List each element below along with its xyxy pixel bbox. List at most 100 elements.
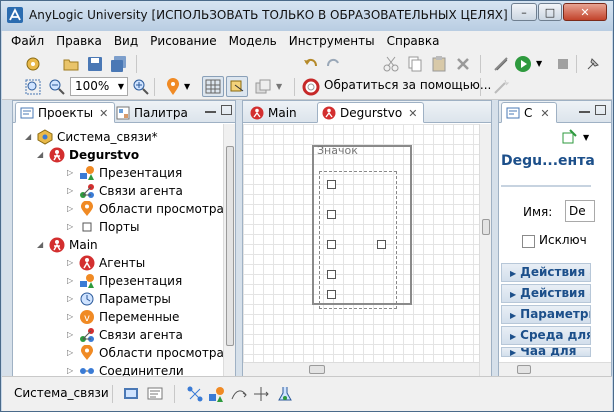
help-button[interactable]: Обратиться за помощью... bbox=[324, 78, 491, 92]
tab-palette[interactable]: Палитра bbox=[111, 102, 195, 123]
lifebuoy-icon[interactable] bbox=[302, 78, 320, 96]
open-folder-icon[interactable] bbox=[62, 55, 80, 73]
expand-icon[interactable]: ▷ bbox=[67, 218, 77, 236]
expand-icon[interactable]: ▷ bbox=[67, 200, 77, 218]
port-marker[interactable] bbox=[327, 270, 336, 279]
expand-icon[interactable]: ▷ bbox=[67, 308, 77, 326]
tab-main[interactable]: Main bbox=[245, 102, 304, 123]
experiment-icon[interactable] bbox=[276, 385, 294, 403]
menu-draw[interactable]: Рисование bbox=[145, 34, 221, 48]
port-marker[interactable] bbox=[327, 210, 336, 219]
minimize-button[interactable]: – bbox=[511, 3, 537, 21]
menu-help[interactable]: Справка bbox=[382, 34, 445, 48]
run-dropdown-icon[interactable]: ▼ bbox=[536, 59, 542, 68]
section-actions-2[interactable]: ▶ Действия а bbox=[501, 284, 591, 303]
delete-icon[interactable] bbox=[454, 55, 472, 73]
menu-tools[interactable]: Инструменты bbox=[284, 34, 380, 48]
scrollbar-thumb[interactable] bbox=[309, 365, 325, 374]
graphical-editor-canvas[interactable]: Значок bbox=[243, 124, 479, 362]
expand-icon[interactable]: ◢ bbox=[25, 128, 35, 146]
redo-icon[interactable] bbox=[324, 55, 342, 73]
properties-icon bbox=[506, 107, 520, 119]
minimize-panel-icon[interactable] bbox=[579, 109, 590, 113]
undo-icon[interactable] bbox=[302, 55, 320, 73]
save-all-icon[interactable] bbox=[110, 55, 128, 73]
expand-icon[interactable]: ▷ bbox=[67, 290, 77, 308]
projects-vertical-scrollbar[interactable] bbox=[223, 124, 235, 376]
port-marker[interactable] bbox=[327, 240, 336, 249]
menu-view[interactable]: Вид bbox=[109, 34, 143, 48]
expand-icon[interactable]: ▷ bbox=[67, 272, 77, 290]
snap-toggle-button[interactable] bbox=[226, 76, 248, 97]
transition-icon[interactable] bbox=[230, 385, 248, 403]
pin-icon[interactable] bbox=[584, 55, 602, 73]
maximize-button[interactable]: □ bbox=[538, 3, 562, 21]
menu-edit[interactable]: Правка bbox=[51, 34, 107, 48]
wand-icon[interactable] bbox=[492, 78, 510, 96]
grid-icon bbox=[205, 79, 221, 94]
location-dropdown-icon[interactable]: ▼ bbox=[184, 82, 190, 91]
exclude-checkbox[interactable] bbox=[522, 235, 535, 248]
zoom-out-icon[interactable] bbox=[48, 78, 66, 96]
presentation-icon bbox=[80, 274, 94, 288]
statechart-icon[interactable] bbox=[186, 385, 204, 403]
close-icon[interactable]: ✕ bbox=[408, 107, 417, 120]
section-more[interactable]: ▶ Чаа для bbox=[501, 347, 591, 357]
properties-horizontal-scrollbar[interactable] bbox=[499, 362, 611, 376]
tab-properties[interactable]: С ✕ bbox=[501, 102, 557, 123]
cut-icon[interactable] bbox=[382, 55, 400, 73]
layers-icon[interactable] bbox=[254, 78, 272, 96]
scrollbar-thumb[interactable] bbox=[517, 365, 531, 374]
agent-type-icon bbox=[322, 106, 336, 120]
menu-model[interactable]: Модель bbox=[224, 34, 282, 48]
grid-toggle-button[interactable] bbox=[202, 76, 224, 97]
scrollbar-thumb[interactable] bbox=[482, 219, 490, 235]
section-environment[interactable]: ▶ Среда для bbox=[501, 326, 591, 345]
expand-icon[interactable]: ▷ bbox=[67, 164, 77, 182]
problems-icon[interactable] bbox=[146, 385, 164, 403]
maximize-panel-icon[interactable] bbox=[595, 105, 606, 115]
port-marker[interactable] bbox=[377, 240, 386, 249]
close-button[interactable]: ✕ bbox=[563, 3, 607, 21]
section-parameters[interactable]: ▶Параметры bbox=[501, 305, 591, 324]
port-marker[interactable] bbox=[327, 290, 336, 299]
tab-degurstvo[interactable]: Degurstvo ✕ bbox=[317, 102, 425, 123]
expand-icon[interactable]: ▷ bbox=[67, 326, 77, 344]
expand-icon[interactable]: ◢ bbox=[37, 236, 47, 254]
console-icon[interactable] bbox=[122, 385, 140, 403]
new-model-icon[interactable] bbox=[24, 55, 42, 73]
stop-icon[interactable] bbox=[554, 55, 572, 73]
zoom-select[interactable]: 100% ▼ bbox=[70, 77, 128, 96]
copy-icon[interactable] bbox=[406, 55, 424, 73]
port-marker[interactable] bbox=[327, 180, 336, 189]
new-icon[interactable] bbox=[561, 129, 577, 145]
chevron-down-icon[interactable]: ▼ bbox=[583, 133, 589, 142]
location-pin-icon[interactable] bbox=[164, 78, 182, 96]
editor-vertical-scrollbar[interactable] bbox=[479, 124, 491, 376]
editor-horizontal-scrollbar[interactable] bbox=[243, 362, 479, 376]
zoom-in-icon[interactable] bbox=[132, 78, 150, 96]
expand-icon[interactable]: ▷ bbox=[67, 254, 77, 272]
close-icon[interactable]: ✕ bbox=[99, 107, 108, 120]
paste-icon[interactable] bbox=[430, 55, 448, 73]
minimize-panel-icon[interactable] bbox=[205, 109, 216, 113]
layers-dropdown-icon[interactable]: ▼ bbox=[276, 82, 282, 91]
menu-file[interactable]: Файл bbox=[6, 34, 49, 48]
close-icon[interactable]: ✕ bbox=[540, 107, 549, 120]
tab-projects[interactable]: Проекты ✕ bbox=[15, 102, 116, 123]
expand-icon[interactable]: ▷ bbox=[67, 182, 77, 200]
section-actions-1[interactable]: ▶ Действия а bbox=[501, 263, 591, 282]
save-icon[interactable] bbox=[86, 55, 104, 73]
expand-icon[interactable]: ◢ bbox=[37, 146, 47, 164]
zoom-fit-icon[interactable] bbox=[24, 78, 42, 96]
name-field[interactable]: De bbox=[565, 200, 595, 222]
scrollbar-thumb[interactable] bbox=[226, 146, 234, 346]
expand-icon[interactable]: ▷ bbox=[67, 362, 77, 376]
build-icon[interactable] bbox=[492, 55, 510, 73]
run-icon[interactable] bbox=[514, 55, 532, 73]
shapes-icon[interactable] bbox=[208, 385, 226, 403]
maximize-panel-icon[interactable] bbox=[221, 105, 232, 115]
agent-type-icon bbox=[49, 147, 65, 163]
connector-icon[interactable] bbox=[252, 385, 270, 403]
expand-icon[interactable]: ▷ bbox=[67, 344, 77, 362]
